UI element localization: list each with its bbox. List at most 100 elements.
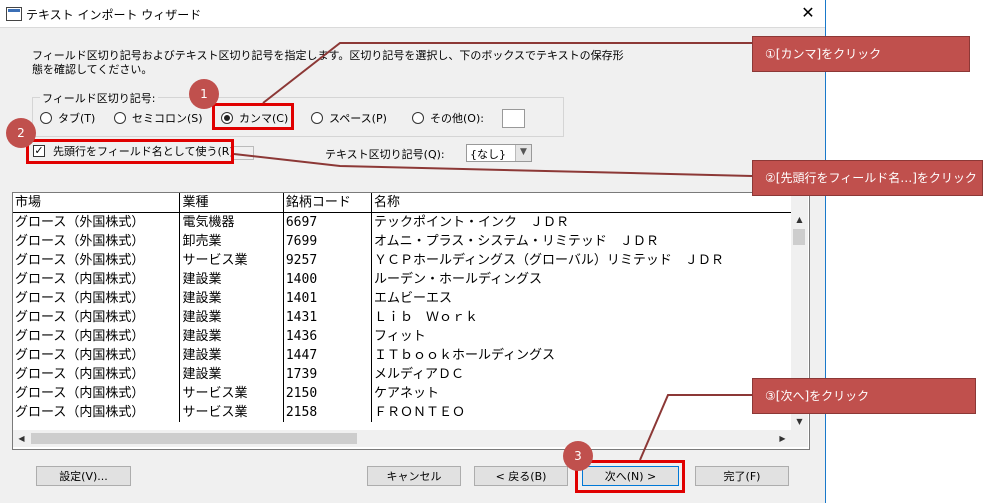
table-cell: グロース（内国株式） <box>13 327 181 346</box>
table-cell: 6697 <box>283 212 372 232</box>
table-cell: ルーデン・ホールディングス <box>373 272 543 287</box>
callout-2: ②[先頭行をフィールド名…]をクリック <box>752 160 983 196</box>
callout-3: ③[次へ]をクリック <box>752 378 976 414</box>
settings-button[interactable]: 設定(V)... <box>36 466 131 486</box>
table-cell: 1401 <box>283 289 372 308</box>
table-cell: 建設業 <box>179 289 284 308</box>
column-header: 銘柄コード <box>283 193 372 213</box>
scroll-right-icon[interactable]: ▶ <box>774 430 791 447</box>
text-qualifier-label: テキスト区切り記号(Q): <box>325 148 445 161</box>
table-cell: エムビーエス <box>373 291 452 306</box>
table-cell: 建設業 <box>179 308 284 327</box>
table-row: グロース（内国株式） 建設業 1400 ルーデン・ホールディングス <box>13 270 791 289</box>
table-cell: グロース（内国株式） <box>13 384 181 403</box>
table-cell: 7699 <box>283 232 372 251</box>
table-cell: メルディアＤＣ <box>373 367 465 382</box>
highlight-comma <box>212 103 294 130</box>
table-row: グロース（外国株式） サービス業 9257 ＹＣＰホールディングス（グローバル）リミテ… <box>13 251 791 270</box>
radio-circle <box>412 112 424 124</box>
radio-label: セミコロン(S) <box>132 112 203 125</box>
chevron-down-icon[interactable]: ▼ <box>515 145 531 161</box>
radio-other[interactable]: その他(O): <box>412 110 484 126</box>
close-icon[interactable]: ✕ <box>795 2 821 24</box>
column-header: 業種 <box>179 193 284 213</box>
horizontal-scrollbar[interactable]: ◀ ▶ <box>13 430 791 447</box>
table-row: グロース（内国株式） 建設業 1447 ＩＴｂｏｏｋホールディングス <box>13 346 791 365</box>
table-cell: 建設業 <box>179 346 284 365</box>
text-qualifier-select[interactable]: {なし} ▼ <box>466 144 532 162</box>
radio-tab[interactable]: タブ(T) <box>40 110 95 126</box>
table-row: グロース（外国株式） 電気機器 6697 テックポイント・インク ＪＤＲ <box>13 212 791 232</box>
highlight-first-row <box>26 139 234 164</box>
header-row: 市場 業種 銘柄コード 名称 <box>13 193 791 213</box>
table-cell: サービス業 <box>179 251 284 270</box>
table-cell: グロース（外国株式） <box>13 212 181 232</box>
table-cell: 9257 <box>283 251 372 270</box>
other-delimiter-input[interactable] <box>502 109 525 128</box>
table-cell: ＦＲＯＮＴＥＯ <box>373 405 465 420</box>
table-cell: 1447 <box>283 346 372 365</box>
cancel-button[interactable]: キャンセル <box>367 466 461 486</box>
table-row: グロース（内国株式） サービス業 2150 ケアネット <box>13 384 791 403</box>
table-cell: サービス業 <box>179 384 284 403</box>
table-cell: Ｌｉｂ Ｗｏｒｋ <box>373 310 478 325</box>
back-button[interactable]: < 戻る(B) <box>474 466 568 486</box>
radio-circle <box>311 112 323 124</box>
table-row: グロース（内国株式） 建設業 1431 Ｌｉｂ Ｗｏｒｋ <box>13 308 791 327</box>
table-cell: サービス業 <box>179 403 284 422</box>
highlight-next <box>575 460 685 493</box>
scroll-up-icon[interactable]: ▲ <box>791 211 808 228</box>
table-cell: グロース（内国株式） <box>13 270 181 289</box>
column-header: 市場 <box>13 193 181 213</box>
step-badge-3: 3 <box>563 441 593 471</box>
title-bar: テキスト インポート ウィザード ✕ <box>0 0 825 28</box>
import-wizard-window: テキスト インポート ウィザード ✕ フィールド区切り記号およびテキスト区切り記… <box>0 0 826 503</box>
table-cell: 2158 <box>283 403 372 422</box>
table-cell: 2150 <box>283 384 372 403</box>
column-header: 名称 <box>371 193 791 213</box>
table-cell: グロース（外国株式） <box>13 232 181 251</box>
table-cell: グロース（内国株式） <box>13 346 181 365</box>
radio-label: スペース(P) <box>329 112 387 125</box>
finish-button[interactable]: 完了(F) <box>695 466 789 486</box>
radio-label: その他(O): <box>430 112 484 125</box>
app-icon <box>6 7 22 21</box>
scroll-thumb[interactable] <box>793 229 805 245</box>
table-cell: グロース（内国株式） <box>13 289 181 308</box>
table-cell: 建設業 <box>179 327 284 346</box>
scroll-left-icon[interactable]: ◀ <box>13 430 30 447</box>
preview-table: 市場 業種 銘柄コード 名称 グロース（外国株式） 電気機器 6697 テックポイント… <box>13 193 791 422</box>
callout-1: ①[カンマ]をクリック <box>752 36 970 72</box>
radio-label: タブ(T) <box>58 112 96 125</box>
delimiter-group-label: フィールド区切り記号: <box>40 90 158 106</box>
preview-grid[interactable]: 市場 業種 銘柄コード 名称 グロース（外国株式） 電気機器 6697 テックポイント… <box>12 192 810 450</box>
table-cell: グロース（内国株式） <box>13 403 181 422</box>
table-cell: 卸売業 <box>179 232 284 251</box>
step-badge-2: 2 <box>6 118 36 148</box>
radio-circle <box>40 112 52 124</box>
table-row: グロース（内国株式） 建設業 1739 メルディアＤＣ <box>13 365 791 384</box>
table-cell: フィット <box>373 329 426 344</box>
text-qualifier-value: {なし} <box>470 148 506 161</box>
radio-semicolon[interactable]: セミコロン(S) <box>114 110 203 126</box>
focus-rect <box>232 146 254 160</box>
table-cell: ＩＴｂｏｏｋホールディングス <box>373 348 556 363</box>
table-cell: 建設業 <box>179 270 284 289</box>
table-row: グロース（内国株式） 建設業 1401 エムビーエス <box>13 289 791 308</box>
instruction-text: フィールド区切り記号およびテキスト区切り記号を指定します。区切り記号を選択し、下… <box>32 49 624 76</box>
scroll-thumb[interactable] <box>31 433 357 444</box>
step-badge-1: 1 <box>189 79 219 109</box>
table-cell: 電気機器 <box>179 212 284 232</box>
table-row: グロース（内国株式） サービス業 2158 ＦＲＯＮＴＥＯ <box>13 403 791 422</box>
scroll-down-icon[interactable]: ▼ <box>791 413 808 430</box>
scroll-corner <box>791 430 808 447</box>
table-cell: ＹＣＰホールディングス（グローバル）リミテッド ＪＤＲ <box>373 253 724 268</box>
table-cell: 1431 <box>283 308 372 327</box>
table-cell: オムニ・プラス・システム・リミテッド ＪＤＲ <box>373 234 659 249</box>
table-cell: テックポイント・インク ＪＤＲ <box>373 215 569 230</box>
radio-circle <box>114 112 126 124</box>
table-cell: 1739 <box>283 365 372 384</box>
table-cell: グロース（外国株式） <box>13 251 181 270</box>
table-cell: グロース（内国株式） <box>13 308 181 327</box>
radio-space[interactable]: スペース(P) <box>311 110 387 126</box>
